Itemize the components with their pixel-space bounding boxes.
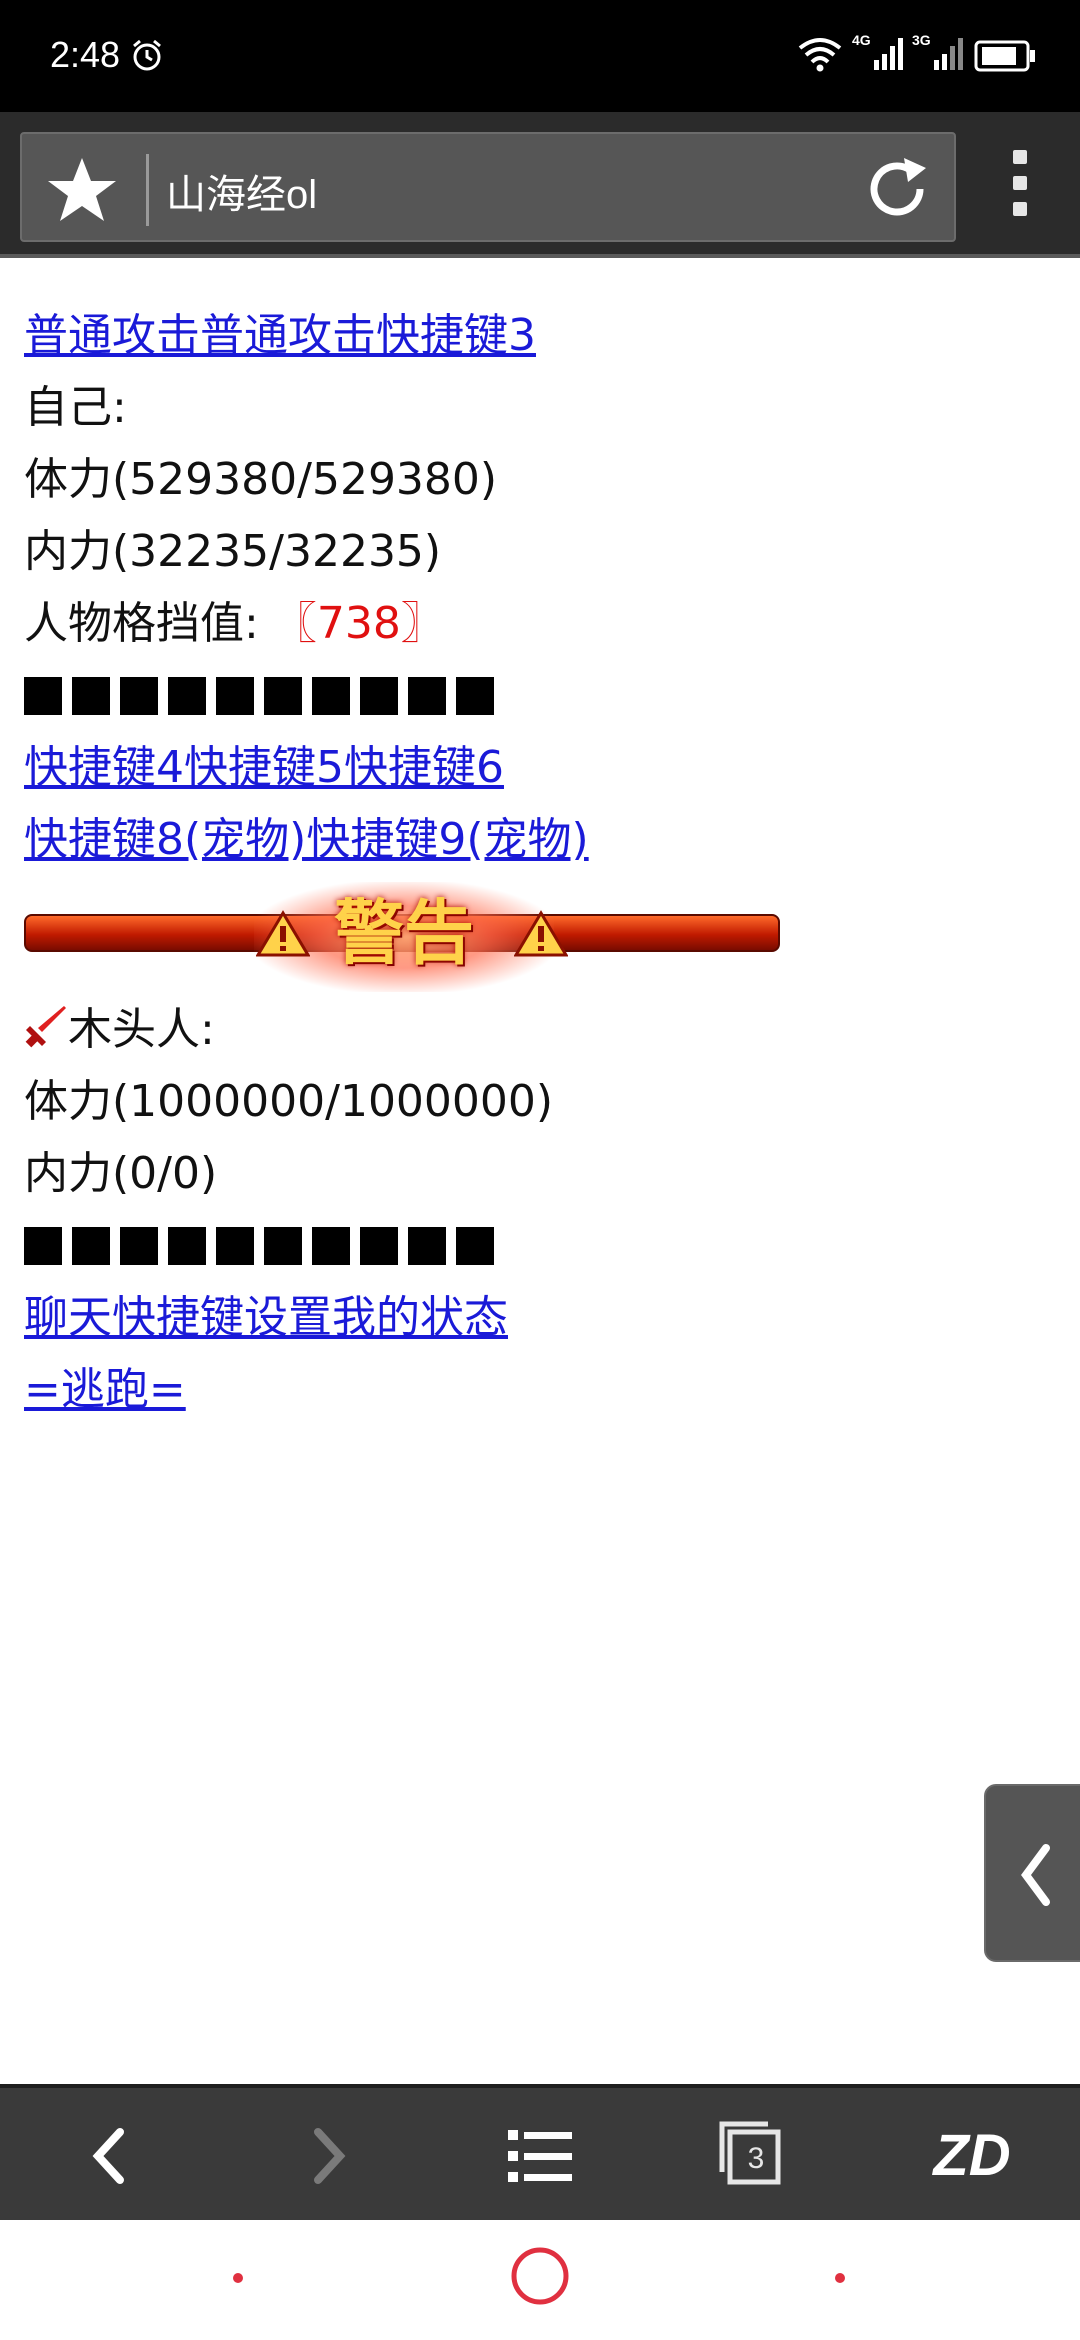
wifi-icon bbox=[798, 38, 842, 72]
brand-menu-button[interactable]: ZD bbox=[922, 2116, 1022, 2196]
enemy-hp-bar bbox=[24, 1210, 1054, 1282]
signal-4g-icon: 4G bbox=[852, 32, 904, 72]
nav-menu-dot-icon[interactable] bbox=[232, 2272, 244, 2284]
status-time: 2:48 bbox=[50, 34, 121, 75]
self-label: 自己: bbox=[24, 382, 127, 433]
chat-status-links[interactable]: 聊天快捷键设置我的状态 bbox=[24, 1292, 508, 1343]
bookmarks-list-icon[interactable] bbox=[500, 2116, 580, 2196]
self-hp: 体力(529380/529380) bbox=[24, 454, 498, 505]
forward-icon[interactable] bbox=[286, 2116, 366, 2196]
self-hp-bar bbox=[24, 660, 1054, 732]
overflow-menu-icon[interactable] bbox=[1000, 150, 1040, 226]
page-content: 普通攻击普通攻击快捷键3 自己: 体力(529380/529380) 内力(32… bbox=[24, 300, 1054, 1426]
browser-toolbar: 山海经ol bbox=[0, 112, 1080, 258]
bottom-toolbar: 3 ZD bbox=[0, 2084, 1080, 2220]
reload-icon[interactable] bbox=[860, 152, 934, 226]
attack-hotkey-links[interactable]: 普通攻击普通攻击快捷键3 bbox=[24, 310, 536, 361]
signal-3g-icon: 3G bbox=[912, 32, 964, 72]
block-stat: 人物格挡值: 〖738〗 bbox=[24, 588, 1054, 660]
hotkey-links-row1[interactable]: 快捷键4快捷键5快捷键6 bbox=[24, 742, 504, 793]
warning-triangle-icon bbox=[514, 910, 568, 957]
chevron-left-icon bbox=[1021, 1844, 1050, 1906]
warning-banner: 警告 bbox=[24, 882, 784, 992]
address-divider bbox=[146, 154, 149, 226]
nav-back-dot-icon[interactable] bbox=[834, 2272, 846, 2284]
flee-link[interactable]: =逃跑= bbox=[24, 1364, 186, 1415]
block-label: 人物格挡值: bbox=[24, 598, 259, 649]
nav-home-icon[interactable] bbox=[508, 2244, 572, 2308]
sword-icon bbox=[25, 1006, 66, 1048]
status-bar: 2:48 4G 3G bbox=[0, 0, 1080, 112]
address-bar[interactable]: 山海经ol bbox=[20, 132, 956, 242]
enemy-name: 木头人: bbox=[68, 1004, 215, 1055]
bookmark-star-icon[interactable] bbox=[44, 152, 120, 228]
block-value: 〖738〗 bbox=[272, 598, 445, 649]
self-mp: 内力(32235/32235) bbox=[24, 526, 442, 577]
battery-icon bbox=[974, 40, 1035, 72]
warning-triangle-icon bbox=[256, 910, 310, 957]
tabs-button[interactable]: 3 bbox=[712, 2116, 792, 2196]
enemy-line: 木头人: bbox=[24, 994, 1054, 1066]
enemy-mp: 内力(0/0) bbox=[24, 1148, 218, 1199]
page-title[interactable]: 山海经ol bbox=[166, 162, 317, 220]
system-nav-bar bbox=[0, 2220, 1080, 2340]
back-icon[interactable] bbox=[72, 2116, 152, 2196]
hotkey-links-row2[interactable]: 快捷键8(宠物)快捷键9(宠物) bbox=[24, 814, 589, 865]
tab-count: 3 bbox=[747, 2142, 765, 2175]
warning-text: 警告 bbox=[334, 892, 474, 974]
side-drawer-tab[interactable] bbox=[984, 1784, 1080, 1962]
enemy-hp: 体力(1000000/1000000) bbox=[24, 1076, 554, 1127]
alarm-icon bbox=[133, 39, 161, 71]
